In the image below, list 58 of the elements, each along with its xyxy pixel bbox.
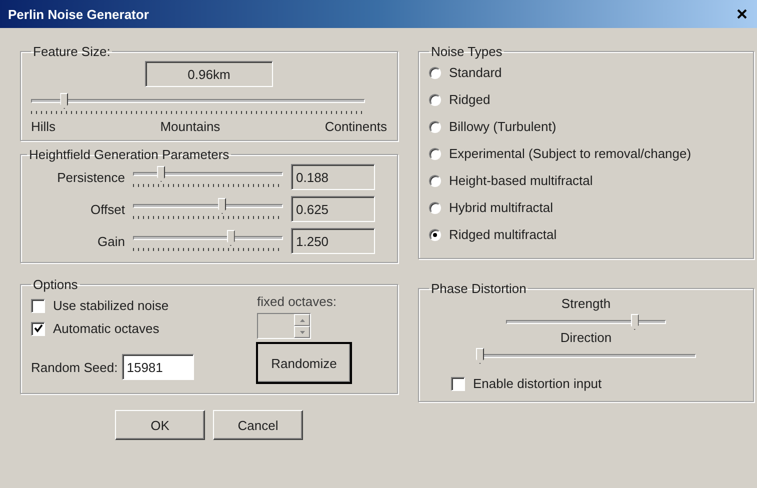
- slider[interactable]: [31, 93, 365, 115]
- slider[interactable]: [506, 314, 666, 330]
- seed-field[interactable]: 15981: [122, 354, 194, 380]
- slider[interactable]: [476, 348, 696, 364]
- group-title: Noise Types: [430, 44, 504, 59]
- slider[interactable]: [133, 166, 283, 188]
- slider-thumb[interactable]: [157, 166, 166, 182]
- radio-button[interactable]: [429, 120, 441, 132]
- radio-label: Standard: [449, 65, 502, 80]
- scale-label: Continents: [324, 119, 387, 134]
- radio-button[interactable]: [429, 148, 441, 160]
- param-label: Offset: [90, 202, 125, 216]
- up-arrow-icon: [300, 318, 304, 322]
- checkbox-label: Enable distortion input: [473, 376, 602, 391]
- radio-button[interactable]: [429, 228, 441, 240]
- radio-label: Hybrid multifractal: [449, 200, 554, 215]
- radio-label: Ridged: [449, 92, 490, 107]
- slider-thumb[interactable]: [476, 348, 484, 364]
- fixed-octaves-label: fixed octaves:: [257, 294, 338, 309]
- param-label: Gain: [96, 234, 125, 248]
- group-title: Heightfield Generation Parameters: [28, 147, 230, 162]
- group-title: Phase Distortion: [430, 281, 528, 296]
- radio-button[interactable]: [429, 202, 441, 214]
- slider[interactable]: [133, 198, 283, 220]
- group-title: Options: [32, 277, 79, 292]
- param-value-field[interactable]: 0.625: [291, 196, 375, 222]
- slider-thumb[interactable]: [630, 314, 639, 330]
- slider-thumb[interactable]: [226, 230, 235, 246]
- param-value-field[interactable]: 1.250: [291, 228, 375, 254]
- checkbox-label: Use stabilized noise: [53, 298, 169, 313]
- param-label: Persistence: [56, 170, 125, 184]
- dialog-button[interactable]: Cancel: [213, 410, 303, 440]
- slider-thumb[interactable]: [60, 93, 68, 109]
- checkbox-label: Automatic octaves: [53, 321, 160, 336]
- dialog-button[interactable]: OK: [115, 410, 205, 440]
- scale-label: Mountains: [160, 119, 220, 134]
- radio-button[interactable]: [429, 94, 441, 106]
- slider-label: Direction: [560, 330, 612, 345]
- group-title: Feature Size:: [32, 44, 112, 59]
- radio-button[interactable]: [429, 174, 441, 186]
- radio-button[interactable]: [429, 66, 441, 78]
- checkbox[interactable]: [451, 376, 465, 390]
- slider-label: Strength: [561, 296, 611, 311]
- slider-thumb[interactable]: [218, 198, 226, 214]
- radio-label: Experimental (Subject to removal/change): [449, 146, 692, 161]
- radio-label: Ridged multifractal: [449, 227, 557, 242]
- down-arrow-icon: [300, 330, 304, 334]
- radio-label: Height-based multifractal: [449, 173, 593, 188]
- window-title: Perlin Noise Generator: [8, 6, 149, 22]
- feature-size-readout: 0.96km: [145, 61, 273, 87]
- scale-label: Hills: [31, 119, 56, 134]
- checkbox[interactable]: [31, 298, 45, 312]
- param-value-field[interactable]: 0.188: [291, 164, 375, 190]
- slider[interactable]: [133, 230, 283, 252]
- seed-label: Random Seed:: [31, 360, 118, 374]
- checkbox[interactable]: [31, 322, 45, 336]
- randomize-button[interactable]: Randomize: [257, 343, 351, 383]
- radio-label: Billowy (Turbulent): [449, 119, 556, 134]
